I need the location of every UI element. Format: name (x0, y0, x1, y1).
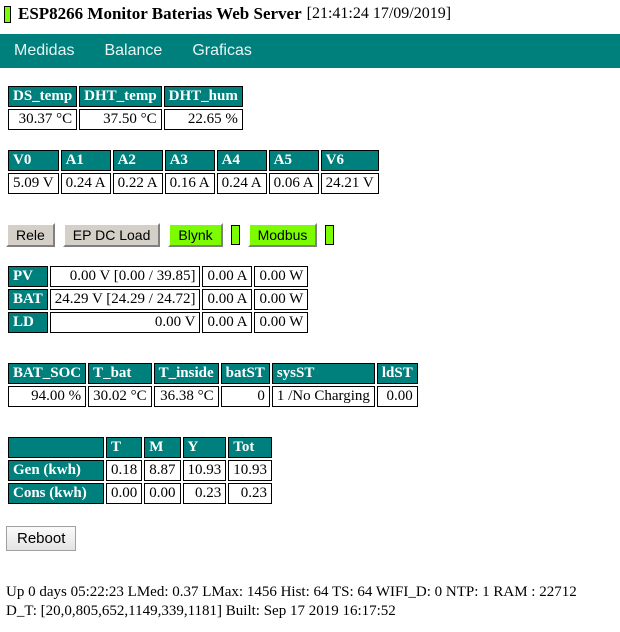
header-a3: A3 (164, 150, 215, 171)
header-v6: V6 (320, 150, 379, 171)
value-a3: 0.16 A (164, 173, 215, 194)
row-label-pv: PV (8, 266, 48, 287)
header-t-inside: T_inside (153, 363, 219, 384)
cons-month: 0.00 (144, 483, 181, 504)
value-dht-temp: 37.50 °C (79, 109, 162, 130)
row-label-cons: Cons (kwh) (8, 483, 104, 504)
table-row: BAT 24.29 V [24.29 / 24.72] 0.00 A 0.00 … (8, 289, 309, 310)
value-a1: 0.24 A (60, 173, 111, 194)
cons-today: 0.00 (106, 483, 143, 504)
header-t-bat: T_bat (88, 363, 152, 384)
header-ds-temp: DS_temp (8, 86, 78, 107)
table-header-row: BAT_SOC T_bat T_inside batST sysST ldST (8, 363, 418, 384)
reboot-button[interactable]: Reboot (6, 526, 77, 551)
header-month: M (144, 437, 181, 458)
bat-voltage: 24.29 V [24.29 / 24.72] (49, 289, 201, 310)
table-row: Cons (kwh) 0.00 0.00 0.23 0.23 (8, 483, 272, 504)
main-navigation: Medidas Balance Graficas (0, 34, 620, 68)
ld-current: 0.00 A (202, 312, 253, 333)
modbus-status-led-icon (325, 225, 335, 245)
system-info-footer: Up 0 days 05:22:23 LMed: 0.37 LMax: 1456… (6, 583, 620, 621)
nav-item-medidas[interactable]: Medidas (14, 42, 74, 60)
table-header-row: T M Y Tot (8, 437, 272, 458)
energy-table-corner (8, 437, 104, 458)
gen-today: 0.18 (106, 460, 143, 481)
blynk-status-led-icon (230, 225, 240, 245)
header-year: Y (182, 437, 227, 458)
modbus-button[interactable]: Modbus (247, 223, 318, 247)
header-v0: V0 (8, 150, 59, 171)
temperature-table: DS_temp DHT_temp DHT_hum 30.37 °C 37.50 … (6, 84, 245, 132)
power-table: PV 0.00 V [0.00 / 39.85] 0.00 A 0.00 W B… (6, 264, 310, 335)
gen-total: 10.93 (228, 460, 272, 481)
row-label-gen: Gen (kwh) (8, 460, 104, 481)
table-header-row: DS_temp DHT_temp DHT_hum (8, 86, 243, 107)
page-timestamp: [21:41:24 17/09/2019] (306, 5, 452, 22)
ld-power: 0.00 W (254, 312, 309, 333)
value-t-inside: 36.38 °C (153, 386, 219, 407)
row-label-bat: BAT (8, 289, 48, 310)
header-total: Tot (228, 437, 272, 458)
nav-item-balance[interactable]: Balance (104, 42, 162, 60)
header-a2: A2 (112, 150, 163, 171)
value-sysst: 1 /No Charging (271, 386, 375, 407)
header-dht-temp: DHT_temp (79, 86, 162, 107)
table-row: PV 0.00 V [0.00 / 39.85] 0.00 A 0.00 W (8, 266, 309, 287)
value-ldst: 0.00 (376, 386, 418, 407)
row-label-ld: LD (8, 312, 48, 333)
value-v0: 5.09 V (8, 173, 59, 194)
blynk-button[interactable]: Blynk (168, 223, 223, 247)
footer-line-build: D_T: [20,0,805,652,1149,339,1181] Built:… (6, 603, 396, 619)
table-header-row: V0 A1 A2 A3 A4 A5 V6 (8, 150, 379, 171)
battery-status-table: BAT_SOC T_bat T_inside batST sysST ldST … (6, 361, 420, 409)
bat-power: 0.00 W (254, 289, 309, 310)
cons-total: 0.23 (228, 483, 272, 504)
table-row: 5.09 V 0.24 A 0.22 A 0.16 A 0.24 A 0.06 … (8, 173, 379, 194)
header-today: T (106, 437, 143, 458)
value-dht-hum: 22.65 % (163, 109, 243, 130)
value-a2: 0.22 A (112, 173, 163, 194)
cons-year: 0.23 (182, 483, 227, 504)
value-a4: 0.24 A (216, 173, 267, 194)
ld-voltage: 0.00 V (49, 312, 201, 333)
table-row: 94.00 % 30.02 °C 36.38 °C 0 1 /No Chargi… (8, 386, 418, 407)
value-t-bat: 30.02 °C (88, 386, 152, 407)
header-dht-hum: DHT_hum (163, 86, 243, 107)
value-v6: 24.21 V (320, 173, 379, 194)
rele-button[interactable]: Rele (6, 223, 55, 247)
value-batst: 0 (220, 386, 270, 407)
footer-line-uptime: Up 0 days 05:22:23 LMed: 0.37 LMax: 1456… (6, 584, 577, 600)
pv-power: 0.00 W (254, 266, 309, 287)
control-button-row: Rele EP DC Load Blynk Modbus (6, 222, 620, 248)
header-batst: batST (220, 363, 270, 384)
reboot-row: Reboot (6, 526, 620, 551)
pv-current: 0.00 A (202, 266, 253, 287)
page-header: ESP8266 Monitor Baterias Web Server [21:… (0, 0, 620, 25)
value-a5: 0.06 A (268, 173, 319, 194)
header-sysst: sysST (271, 363, 375, 384)
channels-table: V0 A1 A2 A3 A4 A5 V6 5.09 V 0.24 A 0.22 … (6, 148, 381, 196)
header-a1: A1 (60, 150, 111, 171)
gen-year: 10.93 (182, 460, 227, 481)
bat-current: 0.00 A (202, 289, 253, 310)
table-row: LD 0.00 V 0.00 A 0.00 W (8, 312, 309, 333)
gen-month: 8.87 (144, 460, 181, 481)
header-a4: A4 (216, 150, 267, 171)
header-a5: A5 (268, 150, 319, 171)
energy-table: T M Y Tot Gen (kwh) 0.18 8.87 10.93 10.9… (6, 435, 274, 506)
value-ds-temp: 30.37 °C (8, 109, 78, 130)
value-bat-soc: 94.00 % (8, 386, 87, 407)
pv-voltage: 0.00 V [0.00 / 39.85] (49, 266, 201, 287)
table-row: 30.37 °C 37.50 °C 22.65 % (8, 109, 243, 130)
page-title: ESP8266 Monitor Baterias Web Server (18, 4, 302, 23)
table-row: Gen (kwh) 0.18 8.87 10.93 10.93 (8, 460, 272, 481)
header-ldst: ldST (376, 363, 418, 384)
nav-item-graficas[interactable]: Graficas (192, 42, 252, 60)
status-led-indicator-icon (4, 5, 11, 23)
ep-dc-load-button[interactable]: EP DC Load (62, 223, 161, 247)
header-bat-soc: BAT_SOC (8, 363, 87, 384)
